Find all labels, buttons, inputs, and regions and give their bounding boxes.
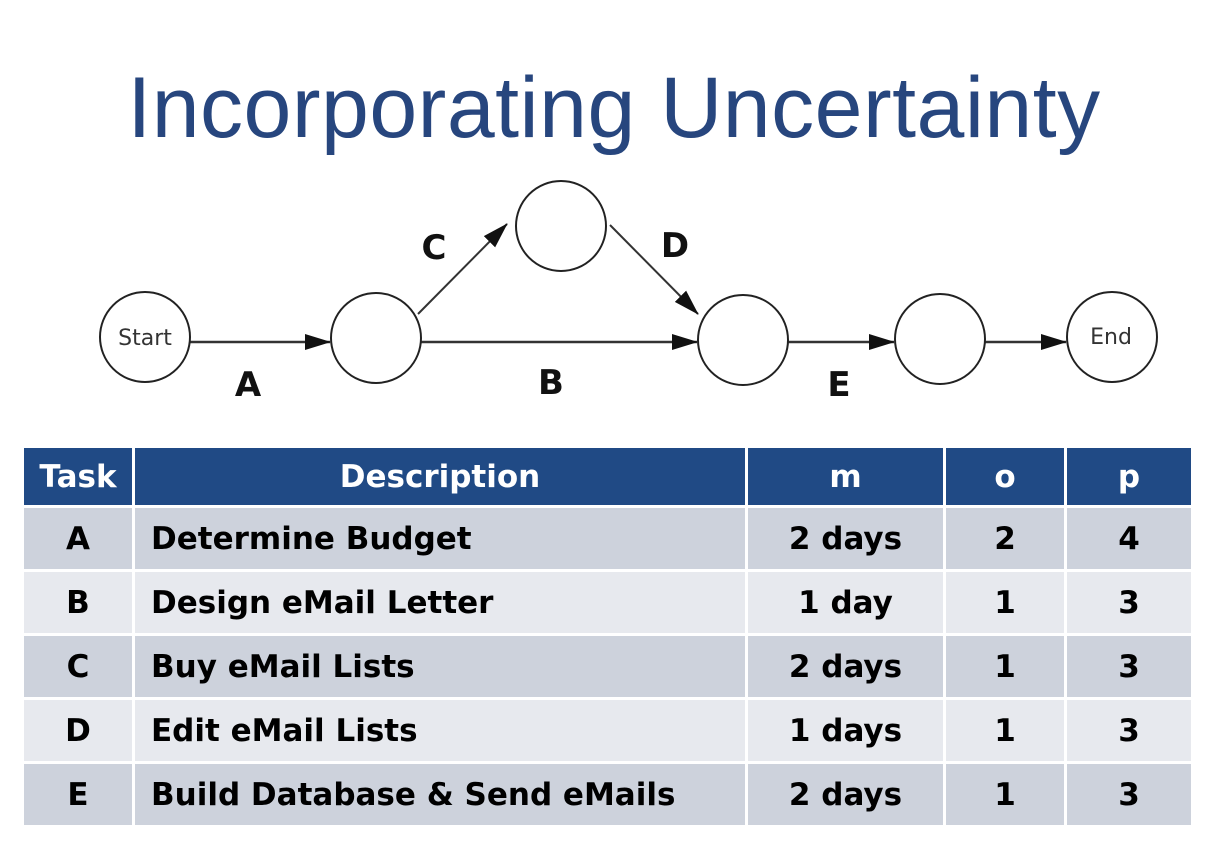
table-row: E Build Database & Send eMails 2 days 1 … xyxy=(24,764,1191,825)
header-p: p xyxy=(1067,448,1191,505)
cell-task: D xyxy=(24,700,132,761)
slide-title: Incorporating Uncertainty xyxy=(127,60,1101,156)
cell-o: 2 xyxy=(946,508,1064,569)
header-m: m xyxy=(748,448,943,505)
cell-o: 1 xyxy=(946,572,1064,633)
cell-o: 1 xyxy=(946,636,1064,697)
cell-m: 2 days xyxy=(748,636,943,697)
cell-p: 4 xyxy=(1067,508,1191,569)
cell-p: 3 xyxy=(1067,764,1191,825)
table-row: C Buy eMail Lists 2 days 1 3 xyxy=(24,636,1191,697)
table-row: A Determine Budget 2 days 2 4 xyxy=(24,508,1191,569)
header-o: o xyxy=(946,448,1064,505)
cell-description: Design eMail Letter xyxy=(135,572,745,633)
edge-label-e: E xyxy=(827,365,850,405)
edge-label-d: D xyxy=(661,226,689,266)
cell-description: Buy eMail Lists xyxy=(135,636,745,697)
cell-o: 1 xyxy=(946,700,1064,761)
node-start: Start xyxy=(99,291,191,383)
cell-o: 1 xyxy=(946,764,1064,825)
cell-p: 3 xyxy=(1067,636,1191,697)
cell-description: Edit eMail Lists xyxy=(135,700,745,761)
edge-label-c: C xyxy=(422,228,447,268)
node-n1 xyxy=(330,292,422,384)
header-task: Task xyxy=(24,448,132,505)
cell-description: Build Database & Send eMails xyxy=(135,764,745,825)
node-n2 xyxy=(515,180,607,272)
header-description: Description xyxy=(135,448,745,505)
task-table: Task Description m o p A Determine Budge… xyxy=(21,445,1194,828)
node-n3 xyxy=(697,294,789,386)
node-start-label: Start xyxy=(118,326,172,351)
cell-m: 1 days xyxy=(748,700,943,761)
cell-p: 3 xyxy=(1067,700,1191,761)
cell-task: A xyxy=(24,508,132,569)
cell-task: B xyxy=(24,572,132,633)
cell-p: 3 xyxy=(1067,572,1191,633)
cell-m: 1 day xyxy=(748,572,943,633)
table-row: B Design eMail Letter 1 day 1 3 xyxy=(24,572,1191,633)
cell-m: 2 days xyxy=(748,508,943,569)
network-diagram: Start End A C D B E xyxy=(99,180,1158,405)
table-header-row: Task Description m o p xyxy=(24,448,1191,505)
cell-task: C xyxy=(24,636,132,697)
edge-label-b: B xyxy=(538,363,564,403)
node-end: End xyxy=(1066,291,1158,383)
node-end-label: End xyxy=(1090,325,1132,350)
cell-task: E xyxy=(24,764,132,825)
node-n4 xyxy=(894,293,986,385)
edge-label-a: A xyxy=(235,365,262,405)
table-row: D Edit eMail Lists 1 days 1 3 xyxy=(24,700,1191,761)
cell-m: 2 days xyxy=(748,764,943,825)
cell-description: Determine Budget xyxy=(135,508,745,569)
